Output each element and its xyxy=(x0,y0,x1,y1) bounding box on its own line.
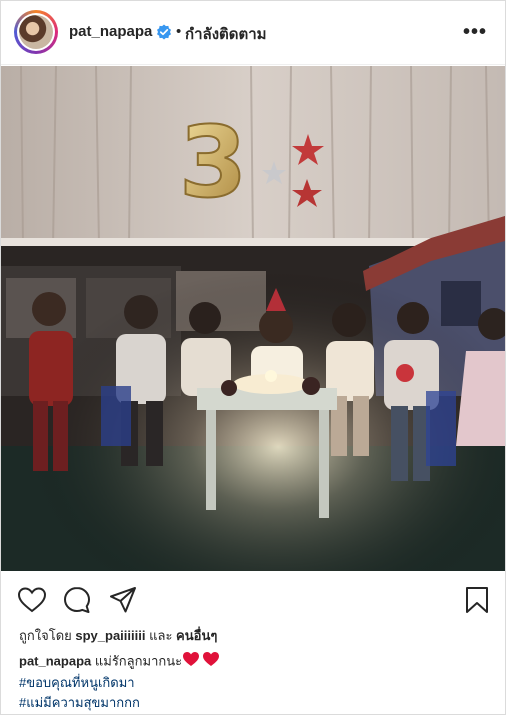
separator-dot: • xyxy=(176,23,182,40)
bookmark-icon[interactable] xyxy=(462,585,492,615)
post-header: pat_napapa • กำลังติดตาม ••• xyxy=(1,1,505,65)
verified-badge-icon xyxy=(157,24,171,40)
post-caption: pat_napapa แม่รักลูกมากนะ #ขอบคุณที่หนูเ… xyxy=(19,651,220,713)
avatar-image xyxy=(19,15,53,49)
post-actions-bar xyxy=(1,575,505,623)
comment-icon[interactable] xyxy=(62,585,92,615)
following-button[interactable]: กำลังติดตาม xyxy=(185,22,267,46)
liked-by-others-link[interactable]: คนอื่นๆ xyxy=(176,628,217,643)
hashtag-link[interactable]: #ขอบคุณที่หนูเกิดมา xyxy=(19,673,220,693)
likes-line: ถูกใจโดย spy_paiiiiiii และ คนอื่นๆ xyxy=(19,625,217,646)
caption-username-link[interactable]: pat_napapa xyxy=(19,653,91,668)
more-options-icon[interactable]: ••• xyxy=(463,21,487,44)
instagram-post: pat_napapa • กำลังติดตาม ••• 3 ถูกใจโดย … xyxy=(0,0,506,715)
party-photo-image: 3 xyxy=(1,66,505,571)
likes-prefix: ถูกใจโดย xyxy=(19,628,72,643)
likes-conjunction: และ xyxy=(149,628,173,643)
balloon-number: 3 xyxy=(179,106,247,220)
caption-text: แม่รักลูกมากนะ xyxy=(94,653,183,669)
hashtag-link[interactable]: #แม่มีความสุขมากกก xyxy=(19,693,220,713)
username-link[interactable]: pat_napapa xyxy=(69,23,152,40)
liked-by-user-link[interactable]: spy_paiiiiiii xyxy=(75,628,145,643)
heart-emoji-icon xyxy=(182,651,220,673)
heart-icon[interactable] xyxy=(17,585,47,615)
avatar[interactable] xyxy=(14,10,58,54)
post-photo[interactable]: 3 xyxy=(1,66,505,571)
share-icon[interactable] xyxy=(108,585,138,615)
